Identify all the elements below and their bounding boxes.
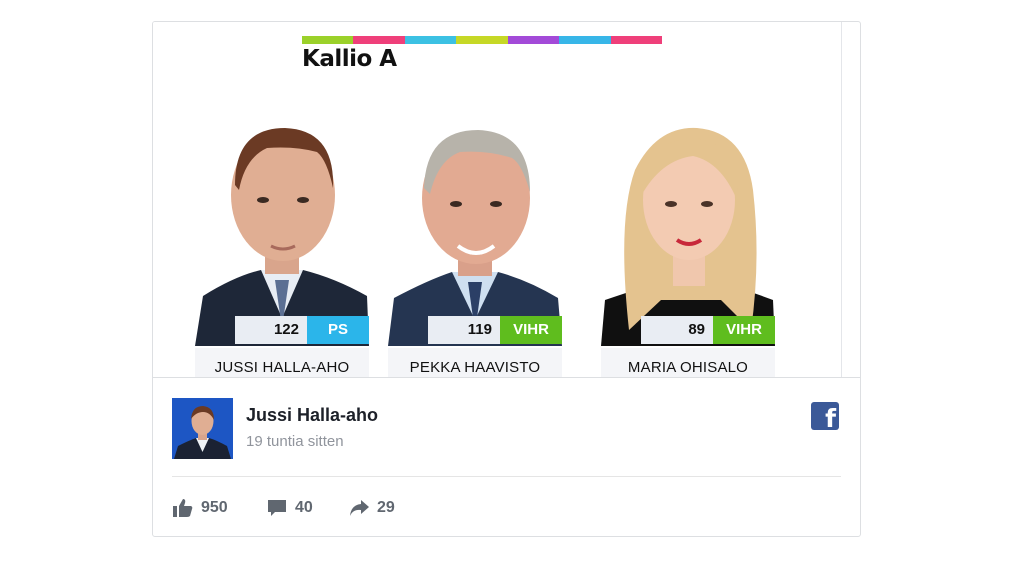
share-count: 29 — [377, 499, 395, 516]
post-timestamp[interactable]: 19 tuntia sitten — [246, 433, 344, 450]
author-name[interactable]: Jussi Halla-aho — [246, 405, 378, 426]
party-badge: VIHR — [713, 316, 775, 344]
candidate-card-2: 119 VIHR PEKKA HAAVISTO — [388, 100, 562, 377]
party-badge: PS — [307, 316, 369, 344]
color-segment — [353, 36, 405, 44]
like-count: 950 — [201, 499, 228, 516]
like-button[interactable]: 950 — [173, 496, 228, 520]
candidate-photo — [601, 100, 775, 346]
candidate-photo — [195, 100, 369, 346]
candidate-name: JUSSI HALLA-AHO — [195, 348, 369, 377]
color-segment — [404, 36, 457, 44]
candidate-photo — [388, 100, 562, 346]
divider — [172, 476, 841, 477]
color-segment — [456, 36, 508, 44]
comment-icon — [268, 500, 286, 516]
candidate-name: MARIA OHISALO — [601, 348, 775, 377]
color-segment — [507, 36, 560, 44]
color-segment — [302, 36, 354, 44]
vote-count: 89 — [641, 316, 713, 344]
color-segment — [610, 36, 662, 44]
post-image[interactable]: Kallio A 122 PS JUSSI HALLA-AHO 119 VIHR… — [153, 22, 842, 377]
share-arrow-icon — [350, 500, 369, 516]
district-title: Kallio A — [302, 46, 397, 72]
avatar[interactable] — [172, 398, 233, 459]
vote-count: 122 — [235, 316, 307, 344]
comment-count: 40 — [295, 499, 313, 516]
comment-button[interactable]: 40 — [267, 496, 313, 520]
vote-count: 119 — [428, 316, 500, 344]
facebook-icon[interactable]: f — [811, 402, 839, 430]
thumbs-up-icon — [173, 499, 193, 517]
embedded-post-card: Kallio A 122 PS JUSSI HALLA-AHO 119 VIHR… — [152, 21, 861, 537]
post-footer: Jussi Halla-aho 19 tuntia sitten f 950 4… — [153, 377, 860, 536]
color-bar — [302, 36, 662, 44]
candidate-name: PEKKA HAAVISTO — [388, 348, 562, 377]
color-segment — [559, 36, 611, 44]
party-badge: VIHR — [500, 316, 562, 344]
share-button[interactable]: 29 — [349, 496, 395, 520]
candidate-card-3: 89 VIHR MARIA OHISALO — [601, 100, 775, 377]
candidate-card-1: 122 PS JUSSI HALLA-AHO — [195, 100, 369, 377]
